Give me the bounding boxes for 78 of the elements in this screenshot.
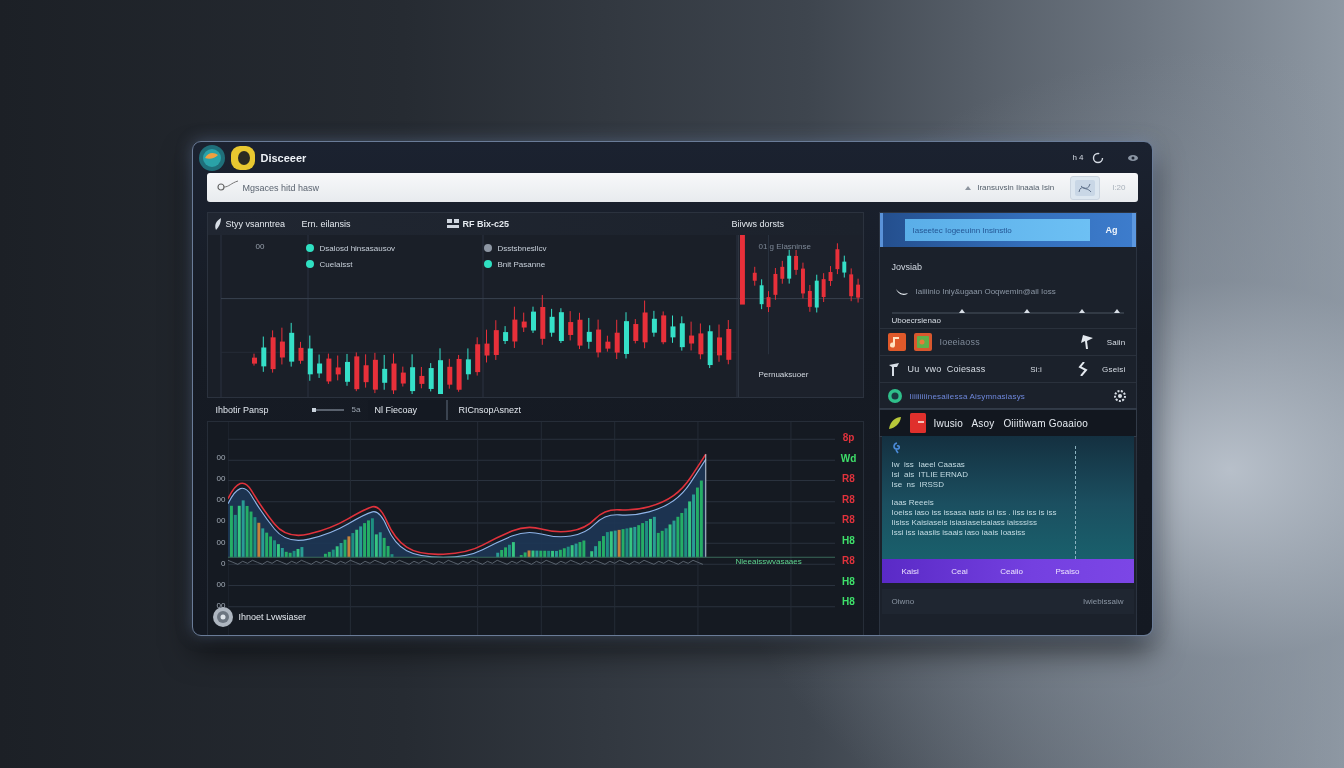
panel-heading: RF Bix-c25 bbox=[462, 219, 510, 229]
action-button[interactable]: Kaisi bbox=[895, 563, 925, 579]
thumbnail-button[interactable] bbox=[1070, 175, 1101, 200]
axis-tick: R8 bbox=[842, 514, 855, 525]
axis-tick: Wd bbox=[840, 452, 857, 464]
swirl-icon bbox=[891, 442, 902, 454]
list-row[interactable]: Uu vwo Coiesass Si:i Gseisi bbox=[879, 355, 1136, 382]
note-line: Iisiss Kaisiaseis isiasiaseisaiass iaisssiss bbox=[891, 518, 1037, 528]
axis-tick: 00 bbox=[216, 601, 226, 611]
status-text: h 4 bbox=[1072, 153, 1084, 162]
note-line: Ioeiss iaso iss issasa iasis isi iss . iiss iss is iss bbox=[891, 508, 1057, 518]
eye-icon bbox=[1127, 153, 1138, 162]
grid-icon bbox=[446, 219, 459, 229]
axis-tick: 00 bbox=[216, 453, 226, 463]
note-heading: Iaas Reeeis bbox=[891, 498, 934, 508]
note-line: Issi iss iaasiis isaais iaso iaais Ioasiss bbox=[891, 528, 1026, 538]
action-button[interactable]: Ceai bbox=[945, 563, 974, 579]
row-value: Gseisi bbox=[1102, 364, 1126, 374]
action-button[interactable]: Psaiso bbox=[1049, 563, 1086, 579]
axis-tick: R8 bbox=[842, 555, 855, 566]
app-icon bbox=[913, 333, 932, 351]
row-text: Ioeeiaoss bbox=[939, 337, 980, 347]
axis-tick: 0 bbox=[221, 558, 226, 569]
toolbar-link[interactable]: RICnsopAsnezt bbox=[458, 404, 521, 415]
axis-tick: R8 bbox=[842, 493, 855, 505]
disc-icon bbox=[212, 607, 233, 627]
panel-heading: Biivws dorsts bbox=[731, 219, 784, 229]
window-title: Disceeer bbox=[260, 151, 307, 164]
panel-heading: Ern. eilansis bbox=[301, 219, 351, 229]
pick-icon bbox=[1080, 335, 1093, 349]
refresh-icon bbox=[1091, 151, 1104, 164]
caret-icon bbox=[965, 185, 972, 190]
axis-tick: 8p bbox=[842, 432, 855, 443]
row-text: Uu vwo Coiesass bbox=[907, 364, 986, 374]
axis-tick: 00 bbox=[216, 579, 226, 590]
account-text: Iaiiiinio Iniy&ugaan Ooqwemin@ail Ioss bbox=[915, 286, 1056, 296]
time-text: I:20 bbox=[1112, 183, 1126, 192]
crescent-icon bbox=[895, 286, 908, 296]
axis-tick: H8 bbox=[842, 575, 855, 587]
section-label: Uboecrsienao bbox=[891, 316, 941, 325]
axis-tick: H8 bbox=[842, 534, 855, 546]
list-row[interactable]: Iwusio Asoy Oiiitiwam Goaaioo bbox=[879, 409, 1136, 436]
gear-icon bbox=[1113, 390, 1126, 402]
music-note-icon bbox=[887, 333, 906, 351]
sketch-icon bbox=[1075, 179, 1096, 196]
slider-track[interactable] bbox=[311, 408, 344, 411]
logo-icon bbox=[198, 144, 225, 171]
row-value: Saiin bbox=[1106, 337, 1126, 347]
axis-tick: 00 bbox=[216, 474, 226, 485]
axis-tick: 00 bbox=[216, 537, 226, 548]
row-text: Iiiiiiiiinesaiiessa Aisymnasiasys bbox=[909, 391, 1026, 401]
action-button[interactable]: Ceaiio bbox=[994, 563, 1029, 579]
note-line: Ise ns IRSSD bbox=[891, 480, 944, 490]
row-text: Iwusio Asoy Oiiitiwam Goaaioo bbox=[933, 417, 1088, 429]
axis-tick: 00 bbox=[216, 516, 226, 527]
note-line: Isi ais ITLIE ERNAD bbox=[891, 470, 968, 480]
coin-icon bbox=[230, 145, 255, 170]
slider-reading: 5a bbox=[351, 405, 361, 414]
footer-text: Oiwno bbox=[891, 597, 915, 606]
banner-field[interactable]: Iaseetec Iogeeuinn Insinstlo bbox=[904, 219, 1090, 241]
toolbar-label: Ihbotir Pansp bbox=[215, 404, 270, 415]
leaf-icon bbox=[887, 416, 902, 430]
section-title: Jovsiab bbox=[891, 262, 922, 272]
list-row[interactable]: Ioeeiaoss Saiin bbox=[879, 328, 1136, 355]
hint-text: Iransuvsin Iinaaia Isin bbox=[977, 183, 1055, 192]
banner-button[interactable]: Ag bbox=[1101, 223, 1122, 237]
row-meta: Si:i bbox=[1030, 364, 1043, 374]
hammer-icon bbox=[887, 362, 900, 376]
leaf-icon bbox=[213, 218, 222, 230]
axis-tick: R8 bbox=[842, 473, 855, 484]
axis-tick: 00 bbox=[216, 495, 226, 506]
panel-heading: Styy vsanntrea bbox=[225, 219, 286, 229]
axis-tick: H8 bbox=[842, 596, 855, 607]
note-line: Iw iss Iaeel Caasas bbox=[891, 460, 965, 470]
footer-text: Iwiebissaiw bbox=[1083, 597, 1124, 606]
ring-icon bbox=[887, 389, 902, 403]
bolt-icon bbox=[1078, 362, 1089, 376]
file-icon bbox=[909, 413, 926, 433]
